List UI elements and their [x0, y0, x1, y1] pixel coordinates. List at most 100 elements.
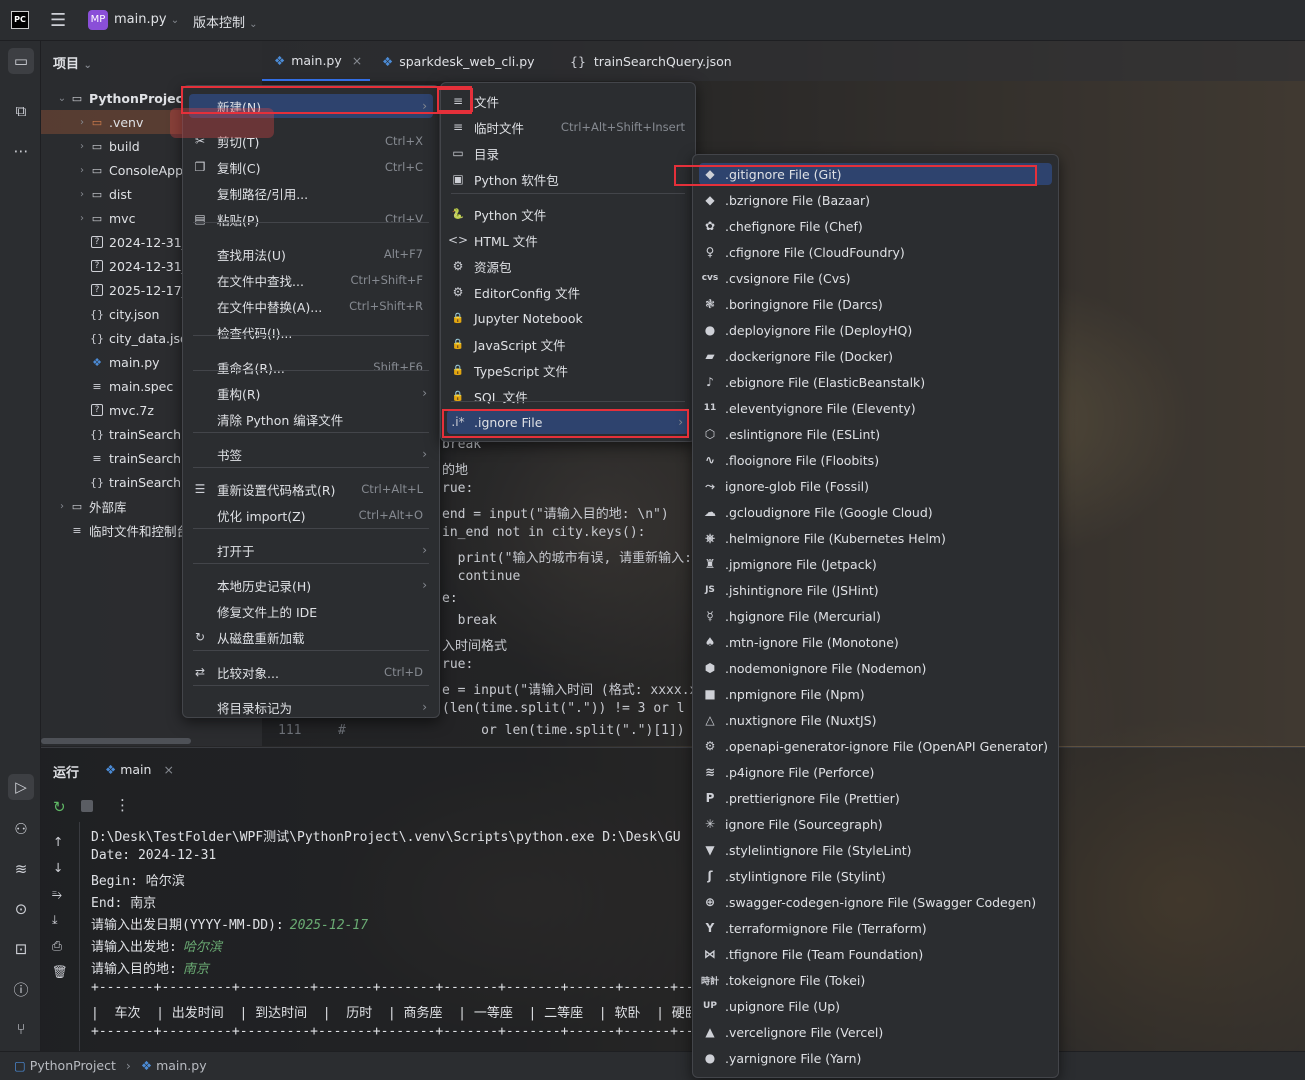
tree-item[interactable]: {} city_data.jso [41, 326, 188, 350]
project-name[interactable]: main.py ⌄ [114, 12, 179, 27]
project-tool-icon[interactable]: ▭ [8, 48, 34, 74]
tab-sparkdesk[interactable]: ❖ sparkdesk_web_cli.py [382, 41, 535, 81]
git-icon[interactable]: ⑂ [8, 1016, 34, 1042]
run-tool-icon[interactable]: ▷ [8, 774, 34, 800]
ignore-menu-item[interactable]: Y .terraformignore File (Terraform) [699, 917, 1052, 939]
ignore-menu-item[interactable]: ☿ .hgignore File (Mercurial) [699, 605, 1052, 627]
ignore-menu-item[interactable]: ■ .npmignore File (Npm) [699, 683, 1052, 705]
context-menu-item[interactable]: ↻ 从磁盘重新加载 [189, 625, 433, 649]
context-menu-item[interactable]: 重命名(R)... Shift+F6 [189, 355, 433, 379]
problems-icon[interactable]: ⓘ [8, 976, 34, 1002]
rerun-icon[interactable]: ↻ [53, 798, 66, 816]
tree-chevron-icon[interactable]: ⌄ [55, 93, 69, 104]
context-menu-item[interactable]: 检查代码(I)... [189, 320, 433, 344]
context-menu-item[interactable]: 本地历史记录(H) › [189, 573, 433, 597]
ignore-menu-item[interactable]: ♀ .cfignore File (CloudFoundry) [699, 241, 1052, 263]
ignore-menu-item[interactable]: ✳ ignore File (Sourcegraph) [699, 813, 1052, 835]
tree-item[interactable]: › ▭ build [41, 134, 140, 158]
horizontal-scrollbar[interactable] [41, 738, 191, 744]
scroll-up-icon[interactable]: ↑ [53, 834, 63, 849]
tree-chevron-icon[interactable]: › [75, 213, 89, 224]
vcs-menu[interactable]: 版本控制 ⌄ [193, 12, 258, 31]
ignore-menu-item[interactable]: ⎈ .helmignore File (Kubernetes Helm) [699, 527, 1052, 549]
ignore-menu-item[interactable]: JS .jshintignore File (JSHint) [699, 579, 1052, 601]
tree-item[interactable]: ? 2024-12-31_ [41, 254, 188, 278]
stop-icon[interactable] [81, 800, 93, 812]
ignore-menu-item[interactable]: ◆ .bzrignore File (Bazaar) [699, 189, 1052, 211]
ignore-menu-item[interactable]: ▲ .vercelignore File (Vercel) [699, 1021, 1052, 1043]
context-menu-item[interactable]: 重构(R) › [189, 381, 433, 405]
ignore-menu-item[interactable]: cvs .cvsignore File (Cvs) [699, 267, 1052, 289]
new-menu-item[interactable]: 🔒 JavaScript 文件 [447, 332, 689, 356]
context-menu-item[interactable]: ▤ 粘贴(P) Ctrl+V [189, 207, 433, 231]
ignore-menu-item[interactable]: 時計 .tokeignore File (Tokei) [699, 969, 1052, 991]
ignore-menu-item[interactable]: P .prettierignore File (Prettier) [699, 787, 1052, 809]
tree-item[interactable]: › ▭ ConsoleApp [41, 158, 183, 182]
breadcrumb-project[interactable]: PythonProject [30, 1058, 116, 1073]
ignore-menu-item[interactable]: UP .upignore File (Up) [699, 995, 1052, 1017]
new-menu-item[interactable]: ▭ 目录 [447, 141, 689, 165]
ignore-menu-item[interactable]: ● .yarnignore File (Yarn) [699, 1047, 1052, 1069]
tree-chevron-icon[interactable]: › [55, 501, 69, 512]
ignore-menu-item[interactable]: 11 .eleventyignore File (Eleventy) [699, 397, 1052, 419]
ignore-menu-item[interactable]: △ .nuxtignore File (NuxtJS) [699, 709, 1052, 731]
close-icon[interactable]: × [352, 53, 362, 68]
ignore-menu-item[interactable]: ♪ .ebignore File (ElasticBeanstalk) [699, 371, 1052, 393]
new-menu-item[interactable]: ⚙ EditorConfig 文件 [447, 280, 689, 304]
tree-item[interactable]: ≡ main.spec [41, 374, 173, 398]
ignore-menu-item[interactable]: ⬡ .eslintignore File (ESLint) [699, 423, 1052, 445]
tree-chevron-icon[interactable]: › [75, 189, 89, 200]
tree-item[interactable]: {} city.json [41, 302, 159, 326]
ignore-menu-item[interactable]: ≋ .p4ignore File (Perforce) [699, 761, 1052, 783]
tree-chevron-icon[interactable]: › [75, 141, 89, 152]
context-menu-item[interactable]: 将目录标记为 › [189, 695, 433, 719]
tree-item[interactable]: › ▭ dist [41, 182, 132, 206]
project-badge[interactable]: MP [88, 10, 108, 30]
more-options-icon[interactable]: ⋮ [115, 796, 130, 814]
run-tab-main[interactable]: ❖ main × [105, 762, 174, 777]
tree-item[interactable]: ? mvc.7z [41, 398, 154, 422]
context-menu-item[interactable]: 查找用法(U) Alt+F7 [189, 242, 433, 266]
tree-item[interactable]: ≡ 临时文件和控制台 [41, 518, 189, 542]
ignore-menu-item[interactable]: ⤳ ignore-glob File (Fossil) [699, 475, 1052, 497]
new-menu-item[interactable]: ≡ 临时文件 Ctrl+Alt+Shift+Insert [447, 115, 689, 139]
context-menu-item[interactable]: ⇄ 比较对象... Ctrl+D [189, 660, 433, 684]
more-tools-icon[interactable]: ⋯ [8, 138, 34, 164]
tree-item[interactable]: › ▭ 外部库 [41, 494, 127, 518]
close-icon[interactable]: × [163, 762, 173, 777]
context-menu-item[interactable]: 在文件中替换(A)... Ctrl+Shift+R [189, 294, 433, 318]
tree-chevron-icon[interactable]: › [75, 117, 89, 128]
breadcrumb-file[interactable]: main.py [156, 1058, 207, 1073]
tree-item[interactable]: ≡ trainSearch( [41, 446, 186, 470]
tree-item[interactable]: {} trainSearch( [41, 470, 186, 494]
python-console-icon[interactable]: ⚇ [8, 816, 34, 842]
soft-wrap-icon[interactable]: ⥱ [52, 886, 62, 902]
trash-icon[interactable]: 🗑 [52, 964, 68, 980]
tree-chevron-icon[interactable]: › [75, 165, 89, 176]
tree-item[interactable]: ❖ main.py [41, 350, 159, 374]
ignore-menu-item[interactable]: ♠ .mtn-ignore File (Monotone) [699, 631, 1052, 653]
context-menu-item[interactable]: 优化 import(Z) Ctrl+Alt+O [189, 503, 433, 527]
tree-item[interactable]: ? 2025-12-17_ [41, 278, 188, 302]
new-menu-item[interactable]: ⚙ 资源包 [447, 254, 689, 278]
tree-item[interactable]: {} trainSearch( [41, 422, 186, 446]
ignore-menu-item[interactable]: ⬢ .nodemonignore File (Nodemon) [699, 657, 1052, 679]
context-menu-item[interactable]: 打开于 › [189, 538, 433, 562]
new-menu-item[interactable]: 🔒 TypeScript 文件 [447, 358, 689, 382]
terminal-icon[interactable]: ⊡ [8, 936, 34, 962]
scroll-end-icon[interactable]: ⤓ [52, 912, 58, 928]
new-menu-item[interactable]: <> HTML 文件 [447, 228, 689, 252]
print-icon[interactable]: ⎙ [52, 938, 62, 954]
tab-main-py[interactable]: ❖ main.py × [262, 41, 370, 81]
new-menu-item[interactable]: ≡ 文件 [447, 89, 689, 113]
tree-item[interactable]: › ▭ mvc [41, 206, 135, 230]
ignore-menu-item[interactable]: ⚙ .openapi-generator-ignore File (OpenAPI… [699, 735, 1052, 757]
context-menu-item[interactable]: 书签 › [189, 442, 433, 466]
tree-item[interactable]: ⌄ ▭ PythonProject [41, 86, 189, 110]
ignore-menu-item[interactable]: ▼ .stylelintignore File (StyleLint) [699, 839, 1052, 861]
ignore-menu-item[interactable]: ☁ .gcloudignore File (Google Cloud) [699, 501, 1052, 523]
context-menu-item[interactable]: 复制路径/引用... [189, 181, 433, 205]
context-menu-item[interactable]: ❐ 复制(C) Ctrl+C [189, 155, 433, 179]
ignore-menu-item[interactable]: ▰ .dockerignore File (Docker) [699, 345, 1052, 367]
tab-trainsearchquery[interactable]: {} trainSearchQuery.json [570, 41, 732, 81]
